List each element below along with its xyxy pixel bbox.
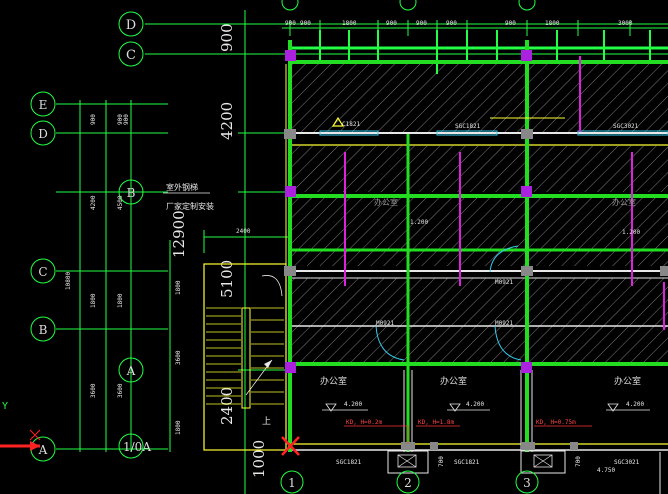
door-tag-3: M0921 — [495, 279, 513, 286]
stair-width-dimension: 2400 — [203, 228, 288, 253]
dim-2400-big: 2400 — [218, 387, 236, 425]
slab-hatch-lower — [290, 278, 668, 364]
level-small: 4.750 — [597, 467, 615, 474]
grid-bubble-3-bottom[interactable]: 3 — [515, 470, 539, 494]
grid-bubble-C-top[interactable]: C — [118, 41, 144, 67]
grid-bubble-B-left[interactable]: B — [30, 316, 56, 342]
stair-dim-1800-a: 1800 — [175, 280, 182, 295]
left-dim-4200: 4200 — [90, 195, 97, 210]
small-dim-2: 1.200 — [622, 229, 640, 236]
dim-1000-big: 1000 — [250, 440, 268, 478]
left-dim-1800-b: 1800 — [117, 293, 124, 308]
grid-bubble-2-bottom[interactable]: 2 — [396, 470, 420, 494]
left-dim-3600-b: 3600 — [117, 383, 124, 398]
dim-900-big: 900 — [218, 23, 236, 52]
grid-bubble-label: C — [38, 265, 47, 279]
window-tag-top-1: C1821 — [342, 121, 360, 128]
room-name-office-1: 办公室 — [320, 375, 347, 387]
grid-bubble-label: B — [39, 323, 48, 337]
grid-bubble-label: D — [126, 18, 136, 33]
grid-bubble-label: 1 — [288, 476, 296, 490]
stair-up-label: 上 — [262, 416, 271, 427]
left-dim-3600-a: 3600 — [90, 383, 97, 398]
top-dim-3: 900 — [386, 20, 397, 27]
top-dim-7: 1800 — [545, 20, 560, 27]
note-outdoor-steel-stair: 室外钢梯 — [166, 182, 198, 192]
stair-dim-3600: 3600 — [175, 350, 182, 365]
dim-12900-big: 12900 — [170, 210, 188, 258]
note-factory-install: 厂家定制安装 — [166, 201, 214, 211]
level-mark-2: 4.200 — [447, 401, 490, 412]
small-dim-1: 1.200 — [410, 219, 428, 226]
outlet-tag-2: KD, H=1.8m — [418, 419, 455, 426]
top-dim-1: 900 — [300, 20, 311, 27]
grid-bubble-1-0A[interactable]: 1/0A — [118, 433, 151, 459]
level-value: 4.200 — [626, 401, 644, 408]
level-value: 4.200 — [466, 401, 484, 408]
grid-bubble-C-left[interactable]: C — [30, 258, 56, 284]
door-tag-2: M0921 — [495, 320, 513, 327]
level-mark-1: 4.200 — [322, 401, 368, 412]
room-tag-small-1: 办公室 — [374, 197, 398, 207]
window-tag-bottom-1: SGC1821 — [336, 459, 362, 466]
left-dim-900-a: 900 — [90, 114, 97, 125]
window-tag-top-3: SGC3021 — [613, 123, 639, 130]
window-tag-bottom-3: SGC3021 — [614, 459, 640, 466]
left-dim-900-c: 900 — [123, 114, 130, 125]
top-dimension-chain — [282, 20, 668, 36]
left-dim-4500: 4500 — [117, 195, 124, 210]
grid-bubble-D-top[interactable]: D — [118, 11, 144, 37]
top-grid-bubbles — [281, 0, 536, 11]
grid-bubble-E-left[interactable]: E — [30, 91, 56, 117]
grid-bubble-1-bottom[interactable]: 1 — [280, 470, 304, 494]
outlet-tags: KD, H=0.2m KD, H=1.8m KD, H=0.75m — [344, 419, 592, 444]
top-dim-8: 3000 — [618, 20, 633, 27]
grid-bubble-A-left[interactable]: A — [30, 436, 56, 462]
dim-4200-big: 4200 — [218, 102, 236, 140]
window-tag-bottom-2: SGC1821 — [454, 459, 480, 466]
grid-bubble-label: 2 — [404, 476, 412, 490]
ucs-axis-label: Y — [2, 401, 8, 412]
slab-hatch-mid — [290, 146, 668, 192]
stair-width-label: 2400 — [236, 228, 251, 235]
grid-bubble-label: 3 — [523, 476, 531, 490]
top-dim-2: 1800 — [342, 20, 357, 27]
small-700-2: 700 — [575, 456, 582, 467]
top-dim-5: 900 — [446, 20, 457, 27]
cad-drawing-canvas[interactable]: D C 900 4200 12900 5100 2400 1000 E D B … — [0, 0, 668, 494]
outlet-tag-3: KD, H=0.75m — [536, 419, 576, 426]
level-value: 4.200 — [344, 401, 362, 408]
ucs-icon: Y — [0, 401, 41, 451]
window-tag-top-2: SGC1821 — [455, 123, 481, 130]
stair-dim-1800-b: 1800 — [175, 420, 182, 435]
level-mark-3: 4.200 — [606, 401, 650, 412]
top-dim-4: 900 — [416, 20, 427, 27]
grid-bubble-label: E — [39, 98, 48, 112]
door-tag-1: M0921 — [376, 320, 394, 327]
room-name-office-2: 办公室 — [440, 375, 467, 387]
axis-label-1-0A: 1/0A — [123, 440, 151, 454]
grid-bubble-label: B — [127, 186, 136, 200]
left-dim-1800-a: 1800 — [90, 293, 97, 308]
room-tag-small-2: 办公室 — [612, 197, 636, 207]
slab-hatch-upper — [290, 198, 668, 266]
top-dim-6: 900 — [505, 20, 516, 27]
grid-bubble-label: C — [126, 48, 136, 63]
small-700-1: 700 — [438, 456, 445, 467]
outlet-tag-1: KD, H=0.2m — [346, 419, 383, 426]
dim-5100-big: 5100 — [218, 260, 236, 298]
room-name-office-3: 办公室 — [614, 375, 641, 387]
grid-bubble-D-left[interactable]: D — [30, 120, 56, 146]
left-section-grid — [56, 100, 171, 452]
grid-bubble-label: A — [126, 364, 136, 378]
top-dim-0: 900 — [285, 20, 296, 27]
left-dim-10800: 10800 — [65, 272, 72, 290]
grid-bubble-label: D — [38, 127, 48, 141]
